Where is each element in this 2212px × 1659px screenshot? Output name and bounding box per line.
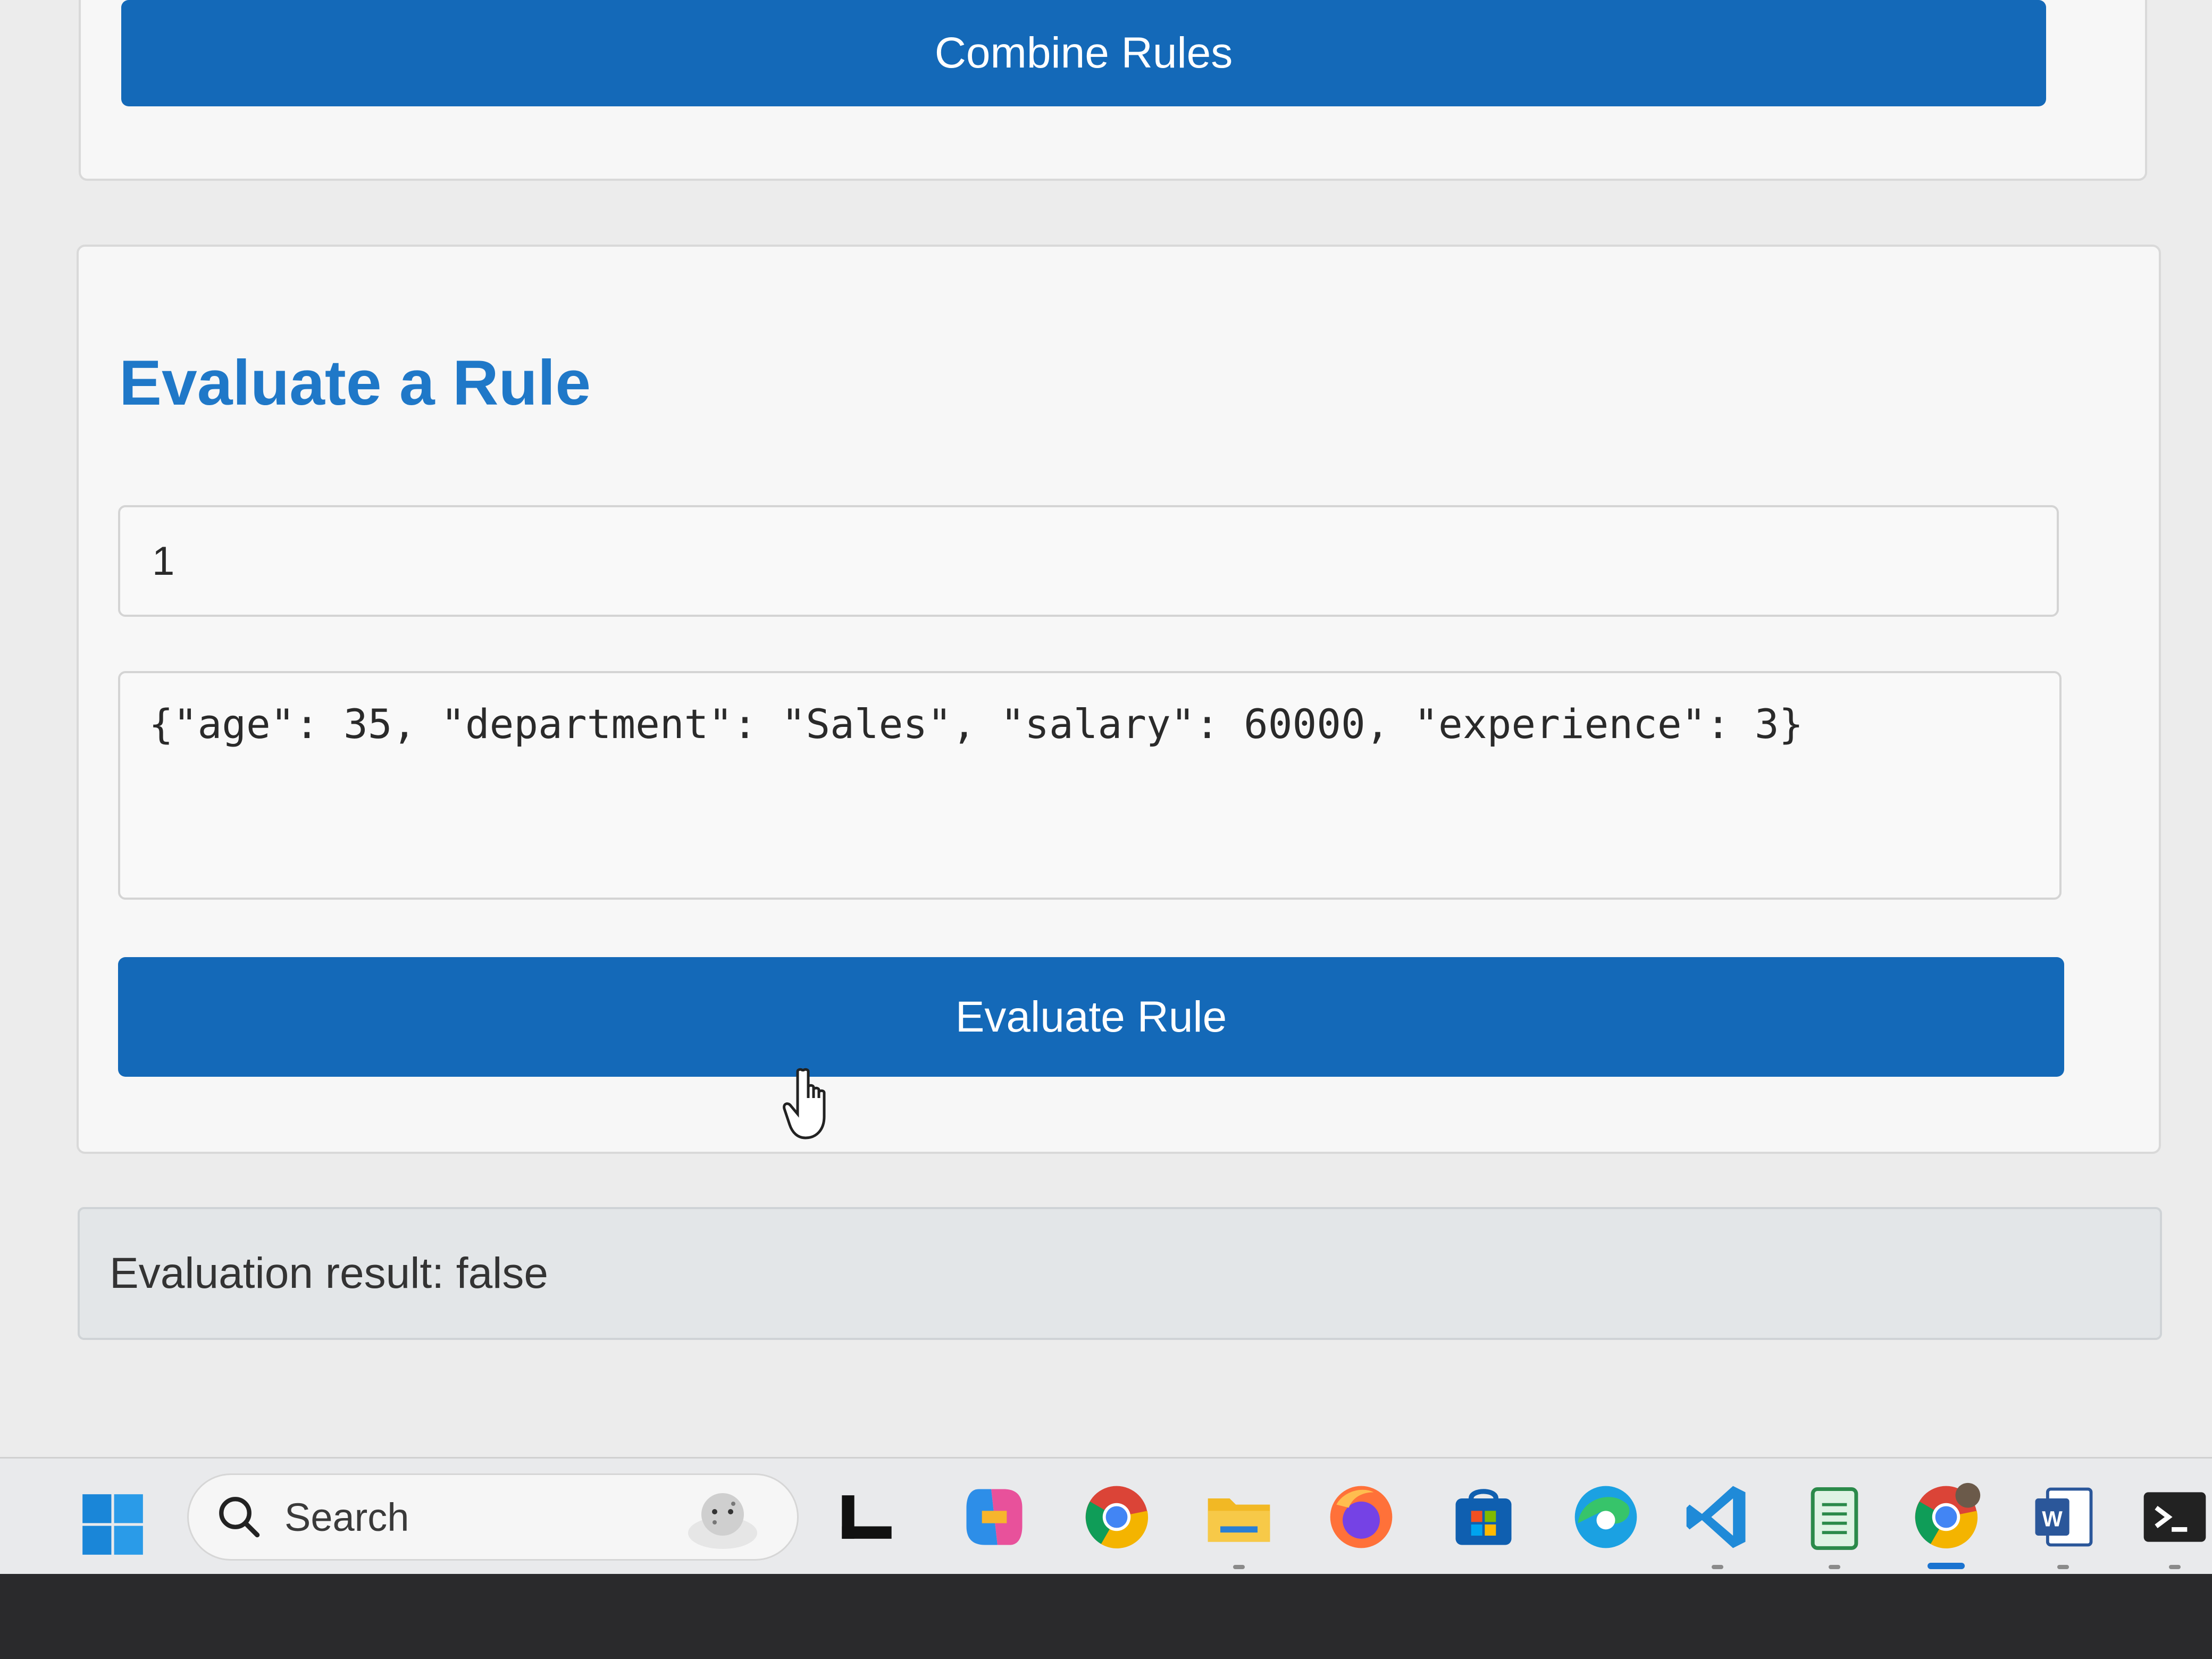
copilot-icon[interactable] <box>957 1480 1032 1554</box>
evaluate-rule-button[interactable]: Evaluate Rule <box>118 957 2064 1077</box>
file-explorer-running-indicator <box>1233 1565 1245 1569</box>
firefox-icon[interactable] <box>1324 1480 1398 1554</box>
notepad-icon[interactable] <box>1797 1480 1872 1554</box>
browser-page: Combine Rules Evaluate a Rule {"age": 35… <box>0 0 2212 1457</box>
page-title: Evaluate a Rule <box>119 347 591 418</box>
evaluation-result: Evaluation result: false <box>78 1207 2162 1340</box>
hand-pointer-cursor-icon <box>783 1068 826 1139</box>
taskbar: Search W <box>0 1457 2212 1576</box>
combine-rules-button[interactable]: Combine Rules <box>121 0 2046 106</box>
vscode-running-indicator <box>1712 1565 1723 1569</box>
file-explorer-icon[interactable] <box>1202 1480 1276 1554</box>
vscode-icon[interactable] <box>1680 1480 1755 1554</box>
word-running-indicator <box>2057 1565 2069 1569</box>
edge-icon[interactable] <box>1569 1480 1643 1554</box>
terminal-icon[interactable] <box>2138 1480 2212 1554</box>
windows-start-icon[interactable] <box>80 1492 146 1557</box>
rule-id-input[interactable] <box>118 505 2059 617</box>
search-label: Search <box>284 1495 409 1539</box>
chrome-icon[interactable] <box>1079 1480 1154 1554</box>
microsoft-store-icon[interactable] <box>1446 1480 1521 1554</box>
taskbar-search-box[interactable]: Search <box>187 1473 799 1561</box>
notepad-running-indicator <box>1829 1565 1840 1569</box>
data-json-textarea[interactable]: {"age": 35, "department": "Sales", "sala… <box>118 671 2062 900</box>
terminal-running-indicator <box>2169 1565 2181 1569</box>
search-icon <box>219 1497 260 1538</box>
chrome-active-indicator <box>1928 1563 1965 1569</box>
word-icon[interactable]: W <box>2026 1480 2100 1554</box>
evaluation-result-text: Evaluation result: false <box>110 1249 549 1297</box>
svg-text:W: W <box>2042 1507 2063 1531</box>
laptop-bezel <box>0 1574 2212 1659</box>
chrome-profile-icon[interactable] <box>1909 1480 1983 1554</box>
task-view-icon[interactable] <box>830 1480 904 1554</box>
snow-leopard-widget-icon <box>688 1493 757 1549</box>
